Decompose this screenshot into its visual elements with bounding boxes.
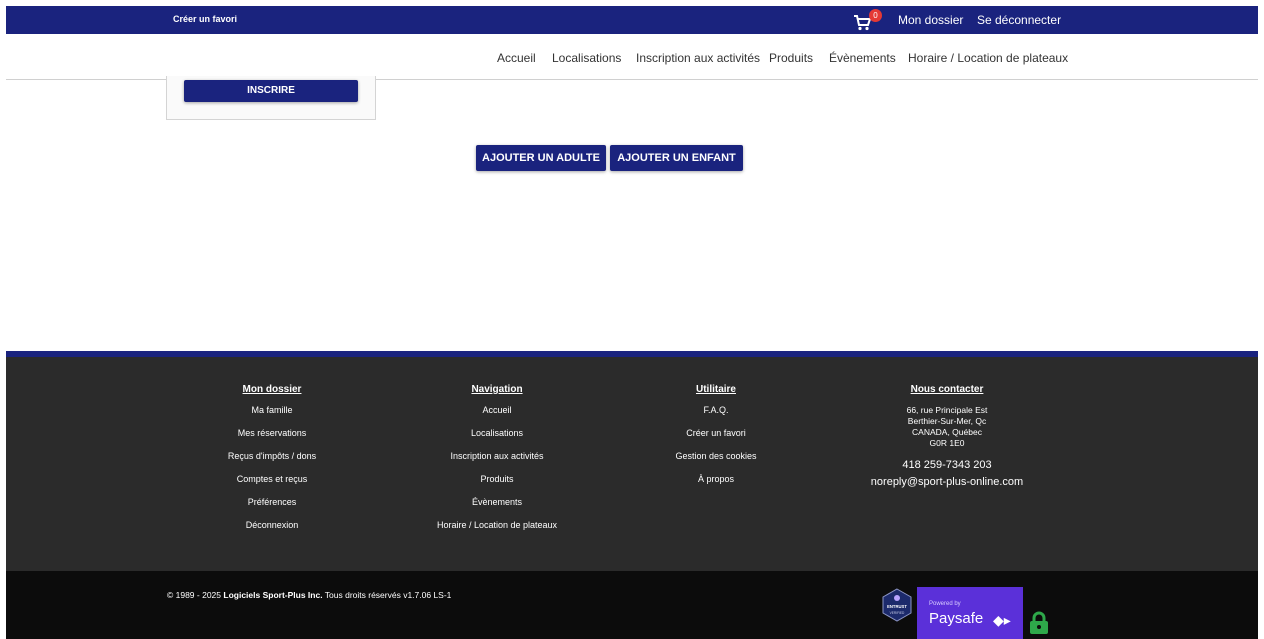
- footer-link-activity-registration[interactable]: Inscription aux activités: [397, 451, 597, 474]
- nav-item-schedule[interactable]: Horaire / Location de plateaux: [908, 51, 1068, 65]
- nav-item-locations[interactable]: Localisations: [552, 51, 621, 65]
- address-line: Berthier-Sur-Mer, Qc: [907, 416, 987, 426]
- add-adult-button[interactable]: AJOUTER UN ADULTE: [476, 145, 606, 171]
- footer-contact-column: Nous contacter 66, rue Principale Est Be…: [847, 384, 1047, 488]
- cart-button[interactable]: 0: [849, 9, 882, 32]
- footer-link-products[interactable]: Produits: [397, 474, 597, 497]
- add-child-button[interactable]: AJOUTER UN ENFANT: [610, 145, 743, 171]
- logout-link[interactable]: Se déconnecter: [977, 13, 1061, 27]
- paysafe-name: Paysafe: [929, 610, 984, 627]
- paysafe-powered-by: Powered by: [929, 601, 961, 607]
- footer-navigation-heading: Navigation: [471, 384, 523, 395]
- nav-item-activity-registration[interactable]: Inscription aux activités: [636, 51, 760, 65]
- lock-icon: [1030, 611, 1048, 634]
- footer-link-cookie-management[interactable]: Gestion des cookies: [616, 451, 816, 474]
- footer-link-my-family[interactable]: Ma famille: [172, 405, 372, 428]
- footer-utility-heading: Utilitaire: [695, 384, 736, 395]
- footer: Mon dossier Ma famille Mes réservations …: [6, 357, 1258, 571]
- create-favorite-link[interactable]: Créer un favori: [173, 14, 237, 24]
- footer-link-locations[interactable]: Localisations: [397, 428, 597, 451]
- footer-navigation-column: Navigation Accueil Localisations Inscrip…: [397, 384, 597, 543]
- my-account-link[interactable]: Mon dossier: [898, 13, 963, 27]
- top-bar: Créer un favori 0 Mon dossier Se déconne…: [6, 6, 1258, 34]
- footer-account-heading: Mon dossier: [242, 384, 302, 395]
- footer-link-my-reservations[interactable]: Mes réservations: [172, 428, 372, 451]
- footer-link-tax-receipts[interactable]: Reçus d'impôts / dons: [172, 451, 372, 474]
- register-button[interactable]: INSCRIRE: [184, 80, 358, 102]
- footer-link-about[interactable]: À propos: [616, 474, 816, 497]
- footer-link-create-favorite[interactable]: Créer un favori: [616, 428, 816, 451]
- contact-email[interactable]: noreply@sport-plus-online.com: [847, 476, 1047, 488]
- footer-contact-heading: Nous contacter: [910, 384, 984, 395]
- copyright-suffix: Tous droits réservés v1.7.06 LS-1: [324, 590, 452, 600]
- bottom-bar: © 1989 - 2025 Logiciels Sport-Plus Inc. …: [6, 571, 1258, 639]
- svg-text:ENTRUST: ENTRUST: [887, 604, 907, 609]
- footer-utility-column: Utilitaire F.A.Q. Créer un favori Gestio…: [616, 384, 816, 497]
- member-card: INSCRIRE: [166, 76, 376, 120]
- address-line: CANADA, Québec: [912, 427, 982, 437]
- footer-link-accounts-receipts[interactable]: Comptes et reçus: [172, 474, 372, 497]
- nav-item-products[interactable]: Produits: [769, 51, 813, 65]
- footer-link-events[interactable]: Évènements: [397, 497, 597, 520]
- entrust-verified-badge: ENTRUST VERIFIED: [882, 588, 912, 622]
- footer-link-preferences[interactable]: Préférences: [172, 497, 372, 520]
- cart-count-badge: 0: [869, 9, 882, 22]
- address-line: G0R 1E0: [929, 438, 965, 448]
- footer-link-logout[interactable]: Déconnexion: [172, 520, 372, 543]
- footer-link-faq[interactable]: F.A.Q.: [616, 405, 816, 428]
- company-name: Logiciels Sport-Plus Inc.: [223, 590, 323, 600]
- footer-account-column: Mon dossier Ma famille Mes réservations …: [172, 384, 372, 543]
- copyright-prefix: © 1989 - 2025: [167, 590, 221, 600]
- copyright-text: © 1989 - 2025 Logiciels Sport-Plus Inc. …: [167, 590, 451, 600]
- main-nav: Accueil Localisations Inscription aux ac…: [6, 34, 1258, 80]
- paysafe-arrows-icon: ◆▸: [993, 612, 1011, 628]
- paysafe-badge: Powered by Paysafe ◆▸: [917, 587, 1023, 639]
- svg-text:VERIFIED: VERIFIED: [890, 611, 905, 615]
- footer-link-schedule[interactable]: Horaire / Location de plateaux: [397, 520, 597, 543]
- address-line: 66, rue Principale Est: [906, 405, 988, 415]
- contact-phone[interactable]: 418 259-7343 203: [847, 459, 1047, 471]
- nav-item-home[interactable]: Accueil: [497, 51, 536, 65]
- footer-link-home[interactable]: Accueil: [397, 405, 597, 428]
- nav-item-events[interactable]: Évènements: [829, 51, 896, 65]
